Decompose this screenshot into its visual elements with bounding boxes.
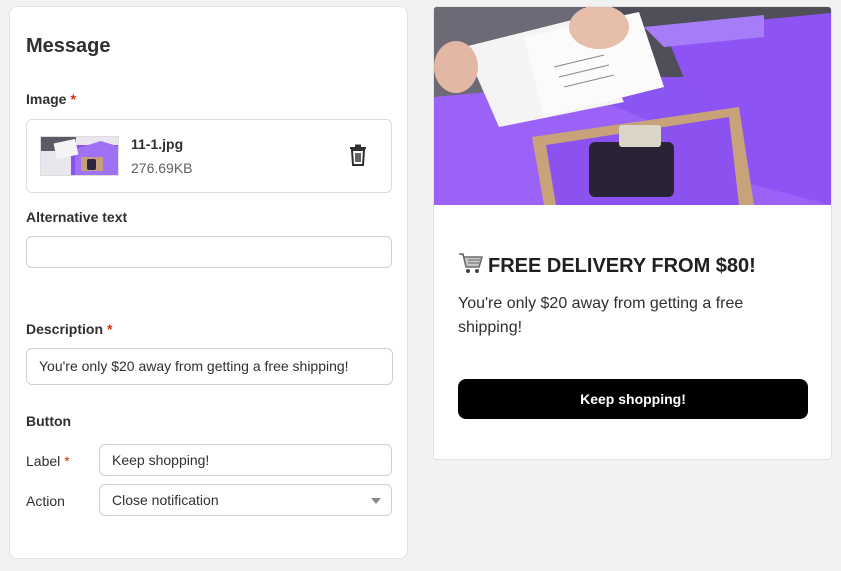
image-filename: 11-1.jpg (131, 136, 184, 152)
panel-title: Message (26, 35, 111, 57)
image-thumbnail-art (41, 137, 118, 175)
chevron-down-icon (371, 498, 381, 504)
image-upload-card: 11-1.jpg 276.69KB (26, 119, 392, 193)
preview-description: You're only $20 away from getting a free… (458, 295, 744, 336)
button-label-input[interactable]: Keep shopping! (99, 444, 392, 476)
image-label: Image * (26, 91, 76, 107)
button-action-label: Action (26, 493, 65, 509)
hero-photo-art (434, 7, 831, 205)
required-mark: * (64, 453, 70, 469)
description-input[interactable]: You're only $20 away from getting a free… (26, 348, 393, 385)
button-action-select[interactable]: Close notification (99, 484, 392, 516)
preview-hero-image (434, 7, 831, 205)
description-label: Description * (26, 321, 112, 337)
trash-icon[interactable] (349, 144, 367, 166)
button-label-label: Label * (26, 453, 70, 469)
message-settings-panel: Message Image * 11-1.jpg 276.69KB Altern… (9, 6, 408, 559)
preview-headline: FREE DELIVERY FROM $80! (458, 251, 756, 281)
shopping-cart-icon (458, 251, 484, 281)
required-mark: * (107, 321, 113, 337)
alt-text-input[interactable] (26, 236, 392, 268)
description-label-text: Description (26, 321, 104, 337)
button-action-value: Close notification (112, 492, 219, 508)
alt-text-label: Alternative text (26, 209, 128, 225)
keep-shopping-button[interactable]: Keep shopping! (458, 379, 808, 419)
image-thumbnail[interactable] (40, 136, 119, 176)
button-section-label: Button (26, 413, 72, 429)
button-label-text: Label (26, 453, 61, 469)
image-filesize: 276.69KB (131, 160, 193, 176)
required-mark: * (70, 91, 76, 107)
image-label-text: Image (26, 91, 67, 107)
preview-headline-text: FREE DELIVERY FROM $80! (488, 254, 756, 277)
notification-preview: FREE DELIVERY FROM $80! You're only $20 … (433, 6, 832, 460)
